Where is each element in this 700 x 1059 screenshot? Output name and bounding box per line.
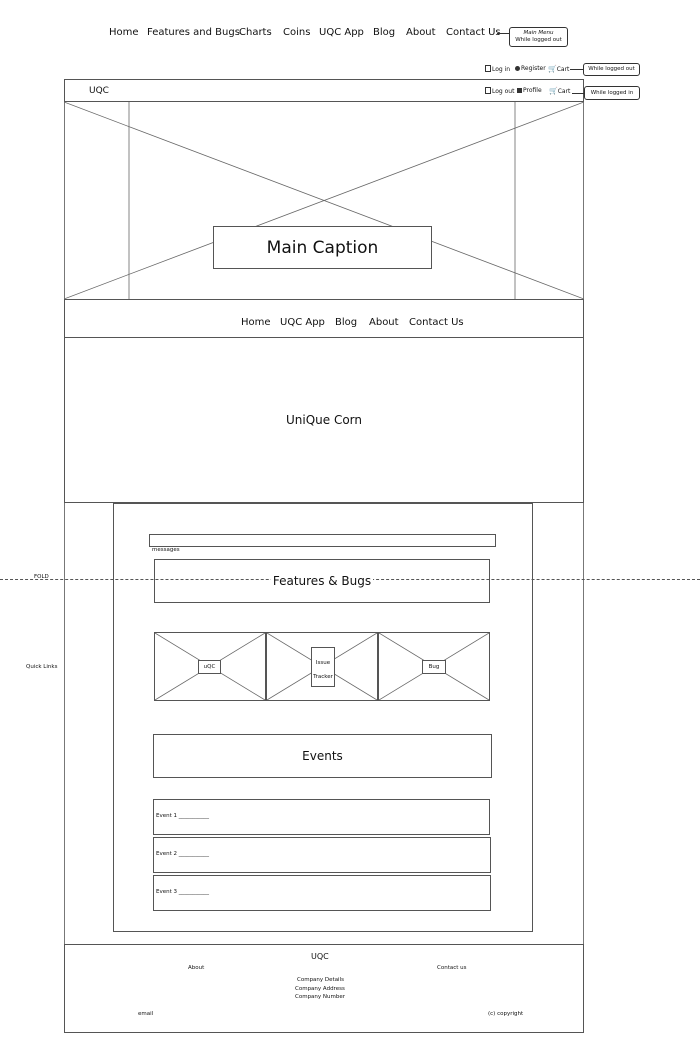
footer-email[interactable]: email xyxy=(138,1011,153,1017)
main-menu-uqc-app[interactable]: UQC App xyxy=(319,27,364,38)
quick-link-issue-text: Issue xyxy=(315,660,331,666)
fold-label: FOLD xyxy=(34,574,49,580)
footer-company-address: Company Address xyxy=(295,986,345,992)
footer-company-details: Company Details xyxy=(297,977,344,983)
hero-caption-text: Main Caption xyxy=(266,237,379,258)
cart-link-logged-out[interactable]: 🛒Cart xyxy=(548,65,569,73)
main-menu-contact[interactable]: Contact Us xyxy=(446,27,501,38)
main-menu-coins[interactable]: Coins xyxy=(283,27,310,38)
auth-logged-out-row: Log in Register 🛒Cart xyxy=(484,64,584,74)
quick-link-uqc[interactable]: uQC xyxy=(154,632,266,701)
event-item-2-text: Event 2 ___________ xyxy=(156,851,210,857)
logged-in-connector xyxy=(572,93,584,94)
site-header: UQC Log out Profile 🛒Cart xyxy=(64,79,584,102)
footer-about-link[interactable]: About xyxy=(188,965,204,971)
main-menu-callout-title: Main Menu xyxy=(523,30,554,36)
brand-logo[interactable]: UQC xyxy=(89,86,109,96)
footer-copyright: (c) copyright xyxy=(488,1011,524,1017)
main-menu-home[interactable]: Home xyxy=(109,27,139,38)
main-menu: Home Features and Bugs Charts Coins UQC … xyxy=(0,0,700,50)
quick-link-uqc-label: uQC xyxy=(198,660,221,674)
quick-link-tracker-text: Tracker xyxy=(313,674,333,680)
secondary-nav-uqc-app[interactable]: UQC App xyxy=(280,317,325,328)
logged-in-callout-text: While logged in xyxy=(590,89,634,96)
hero-image-cross xyxy=(64,102,584,299)
footer-contact-link[interactable]: Contact us xyxy=(437,965,467,971)
register-icon xyxy=(515,66,520,71)
secondary-nav-about[interactable]: About xyxy=(369,317,399,328)
event-item-1-text: Event 1 ___________ xyxy=(156,813,210,819)
secondary-nav-blog[interactable]: Blog xyxy=(335,317,357,328)
event-item-3-text: Event 3 ___________ xyxy=(156,889,210,895)
quick-link-bug[interactable]: Bug xyxy=(378,632,490,701)
main-menu-charts[interactable]: Charts xyxy=(239,27,272,38)
register-link[interactable]: Register xyxy=(515,65,546,72)
profile-label: Profile xyxy=(523,87,542,94)
secondary-nav: Home UQC App Blog About Contact Us xyxy=(64,299,584,338)
features-bugs-heading: Features & Bugs xyxy=(154,559,490,603)
secondary-nav-contact[interactable]: Contact Us xyxy=(409,317,464,328)
cart-icon: 🛒 xyxy=(548,65,557,73)
quick-link-issue-tracker[interactable]: Issue Tracker xyxy=(266,632,378,701)
quick-link-bug-label: Bug xyxy=(422,660,446,674)
hero-image-placeholder: Main Caption xyxy=(64,102,584,299)
main-menu-features-bugs[interactable]: Features and Bugs xyxy=(147,27,240,38)
main-menu-callout: Main Menu While logged out xyxy=(509,27,568,47)
event-item-2[interactable]: Event 2 ___________ xyxy=(153,837,491,873)
cart-icon: 🛒 xyxy=(549,87,558,95)
logged-out-connector xyxy=(570,69,583,70)
profile-link[interactable]: Profile xyxy=(517,87,542,94)
logged-out-callout: While logged out xyxy=(583,63,640,76)
footer-company-number: Company Number xyxy=(295,994,346,1000)
cart-label: Cart xyxy=(557,88,571,95)
hero-caption: Main Caption xyxy=(213,226,432,269)
quick-links-label: Quick Links xyxy=(26,664,58,670)
main-menu-callout-sub: While logged out xyxy=(515,37,562,43)
secondary-nav-home[interactable]: Home xyxy=(241,317,271,328)
register-label: Register xyxy=(521,65,546,72)
logout-icon xyxy=(485,87,491,94)
login-link[interactable]: Log in xyxy=(485,65,510,73)
main-menu-blog[interactable]: Blog xyxy=(373,27,395,38)
banner: UniQue Corn xyxy=(64,337,584,503)
logged-out-callout-text: While logged out xyxy=(588,66,635,72)
event-item-3[interactable]: Event 3 ___________ xyxy=(153,875,491,911)
login-label: Log in xyxy=(492,66,511,73)
cart-label: Cart xyxy=(556,66,570,73)
logged-in-callout: While logged in xyxy=(584,86,640,100)
events-heading: Events xyxy=(153,734,492,778)
site-footer: UQC About Contact us Company Details Com… xyxy=(64,944,584,1033)
profile-icon xyxy=(517,88,522,93)
cart-link-logged-in[interactable]: 🛒Cart xyxy=(549,87,570,95)
logout-link[interactable]: Log out xyxy=(485,87,514,95)
messages-placeholder: messages xyxy=(152,547,180,553)
messages-field[interactable]: messages xyxy=(149,534,496,553)
footer-brand: UQC xyxy=(311,952,329,961)
events-title: Events xyxy=(302,749,343,763)
main-menu-connector xyxy=(497,33,509,34)
logout-label: Log out xyxy=(492,88,515,95)
quick-link-issue-tracker-label: Issue Tracker xyxy=(311,647,335,687)
banner-title: UniQue Corn xyxy=(285,413,363,427)
features-bugs-title: Features & Bugs xyxy=(270,574,374,588)
event-item-1[interactable]: Event 1 ___________ xyxy=(153,799,490,835)
login-icon xyxy=(485,65,491,72)
main-menu-about[interactable]: About xyxy=(406,27,436,38)
